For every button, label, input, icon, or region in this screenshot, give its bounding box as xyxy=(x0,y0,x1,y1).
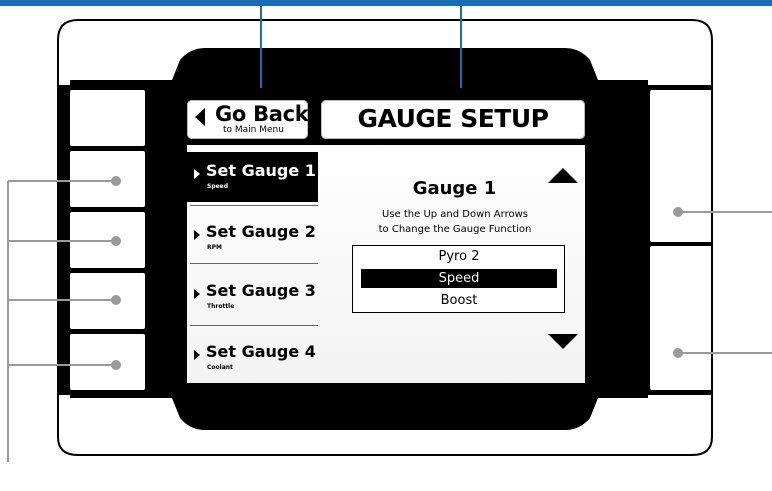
right-triangle-icon xyxy=(194,350,200,360)
gauge-title: Gauge 1 xyxy=(412,178,497,199)
gauge-function-list: Pyro 2 Speed Boost xyxy=(352,245,565,313)
up-triangle-icon[interactable] xyxy=(548,168,578,183)
menu-divider xyxy=(190,205,318,206)
left-triangle-icon xyxy=(195,108,205,126)
menu-divider xyxy=(190,325,318,326)
menu-item-set-gauge-3[interactable]: Set Gauge 3 Throttle xyxy=(187,272,318,322)
gauge-option[interactable]: Pyro 2 xyxy=(361,247,557,266)
right-button-lower[interactable] xyxy=(650,246,712,390)
right-button-upper[interactable] xyxy=(650,90,712,242)
menu-item-sublabel: Speed xyxy=(207,183,229,190)
menu-divider xyxy=(190,263,318,264)
menu-item-set-gauge-1[interactable]: Set Gauge 1 Speed xyxy=(187,152,318,202)
go-back-sublabel: to Main Menu xyxy=(223,125,284,135)
menu-item-sublabel: Coolant xyxy=(207,364,233,371)
menu-item-set-gauge-4[interactable]: Set Gauge 4 Coolant xyxy=(187,333,318,383)
right-triangle-icon xyxy=(194,169,200,179)
menu-item-set-gauge-2[interactable]: Set Gauge 2 RPM xyxy=(187,213,318,263)
menu-item-label: Set Gauge 4 xyxy=(206,342,316,361)
page-title-box: GAUGE SETUP xyxy=(321,100,585,139)
header-rule xyxy=(0,0,772,6)
instruction-line-2: to Change the Gauge Function xyxy=(378,224,532,235)
gauge-option[interactable]: Boost xyxy=(361,291,557,310)
down-triangle-icon[interactable] xyxy=(548,334,578,349)
page-title: GAUGE SETUP xyxy=(357,104,549,133)
right-triangle-icon xyxy=(194,289,200,299)
left-button-1[interactable] xyxy=(70,151,145,207)
menu-item-sublabel: RPM xyxy=(207,244,222,251)
menu-item-label: Set Gauge 2 xyxy=(206,222,316,241)
right-triangle-icon xyxy=(194,230,200,240)
left-button-4[interactable] xyxy=(70,334,145,390)
left-button-0[interactable] xyxy=(70,90,145,146)
gauge-option[interactable]: Speed xyxy=(361,269,557,288)
go-back-button[interactable]: Go Back to Main Menu xyxy=(187,100,309,139)
menu-item-label: Set Gauge 1 xyxy=(206,161,316,180)
instruction-line-1: Use the Up and Down Arrows xyxy=(382,209,528,220)
menu-item-sublabel: Throttle xyxy=(207,303,235,310)
menu-item-label: Set Gauge 3 xyxy=(206,281,316,300)
right-side-buttons xyxy=(650,90,712,390)
go-back-label: Go Back xyxy=(215,102,309,126)
